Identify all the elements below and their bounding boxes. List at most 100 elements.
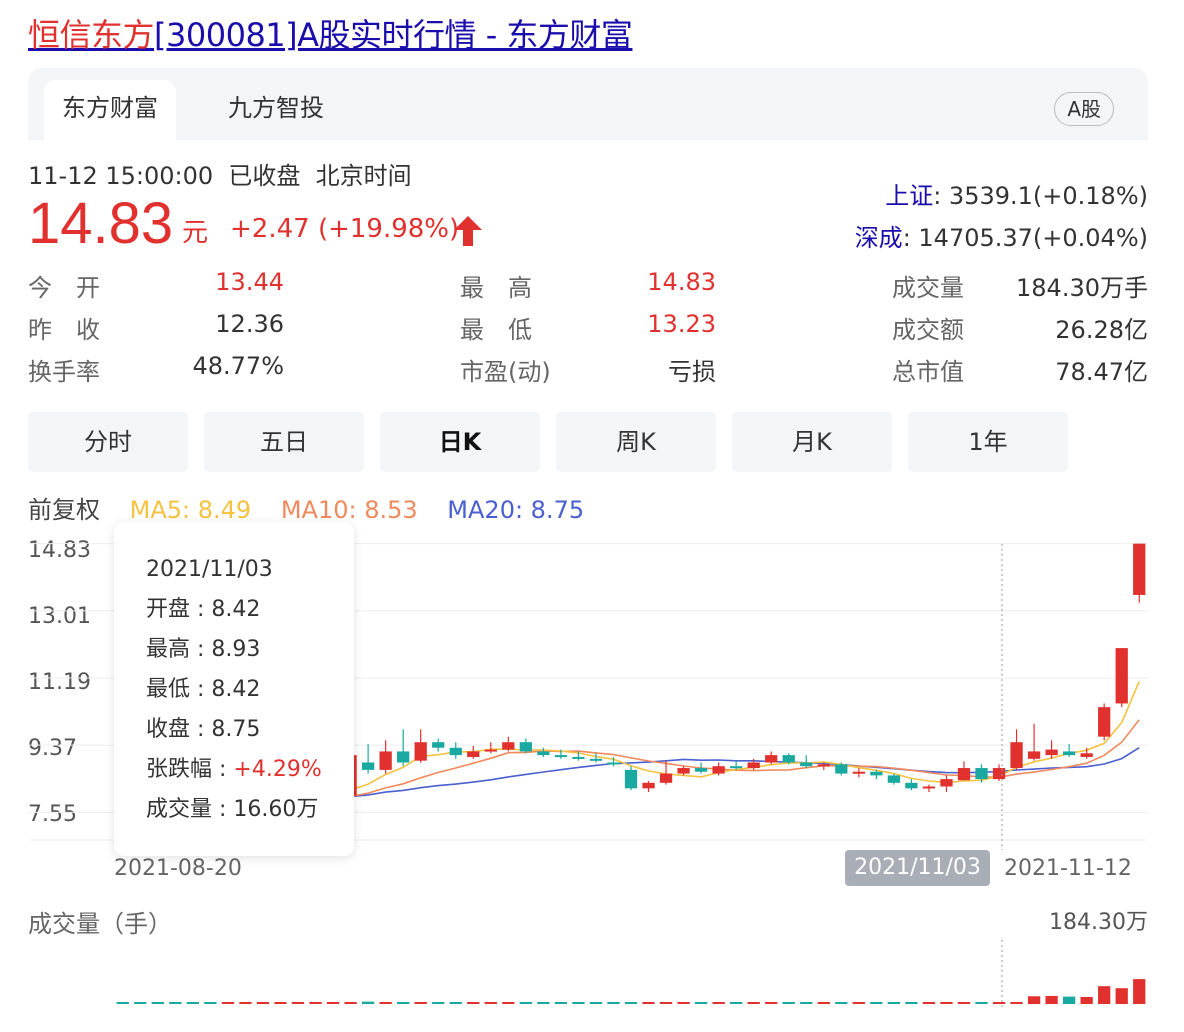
volume-bar xyxy=(1063,996,1076,1004)
candle-body xyxy=(694,768,708,772)
candle-body xyxy=(817,764,830,767)
period-5day-button[interactable]: 五日 xyxy=(204,412,364,472)
candle-body xyxy=(870,771,883,776)
period-monthly-k-button[interactable]: 月K xyxy=(732,412,892,472)
ma10-label: MA10: 8.53 xyxy=(280,496,418,524)
volume-bar xyxy=(992,1002,1006,1004)
volume-bar xyxy=(397,1002,410,1004)
period-intraday-button[interactable]: 分时 xyxy=(28,412,188,472)
candle-body xyxy=(1045,749,1058,756)
candle-body xyxy=(432,742,445,748)
crosshair-date-label: 2021/11/03 xyxy=(845,850,990,886)
tab-eastmoney[interactable]: 东方财富 xyxy=(44,80,176,140)
index-shenzhen[interactable]: 深成: 14705.37(+0.04%) xyxy=(855,218,1148,253)
price-unit: 元 xyxy=(182,218,209,248)
candle-body xyxy=(975,768,988,780)
adjust-mode[interactable]: 前复权 xyxy=(28,496,100,524)
x-tick-end: 2021-11-12 xyxy=(1004,856,1132,881)
candle-body xyxy=(677,768,690,774)
index-shenzhen-value: : 14705.37(+0.04%) xyxy=(902,224,1148,252)
candle-body xyxy=(1010,742,1023,769)
tab-jiufang[interactable]: 九方智投 xyxy=(210,80,342,140)
candle-body xyxy=(449,747,462,756)
candle-body xyxy=(484,749,497,752)
volume-bar xyxy=(887,1002,901,1004)
candle-body xyxy=(730,766,743,769)
volume-bar xyxy=(694,1002,708,1004)
volume-bar xyxy=(502,1002,515,1004)
volume-bar xyxy=(940,1002,953,1004)
tooltip-row-open: 开盘 : 8.42 xyxy=(146,597,261,622)
volume-bar xyxy=(905,1002,918,1004)
candle-body xyxy=(1133,543,1146,595)
page-title-link[interactable]: 恒信东方[300081]A股实时行情 - 东方财富 xyxy=(28,10,633,56)
candle-body xyxy=(607,762,620,765)
candle-body xyxy=(379,751,392,770)
volume-bar xyxy=(1045,995,1058,1004)
volume-bar xyxy=(589,1002,603,1004)
candle-body xyxy=(1115,648,1128,704)
stat-volume-label: 成交量 xyxy=(892,274,964,302)
volume-bar xyxy=(291,1002,305,1004)
volume-bar xyxy=(870,1002,883,1004)
x-tick-start: 2021-08-20 xyxy=(114,856,242,881)
index-shenzhen-name[interactable]: 深成 xyxy=(855,224,903,252)
stat-high-value: 14.83 xyxy=(647,268,716,296)
stat-pe-value: 亏损 xyxy=(668,358,716,386)
stat-marketcap-value: 78.47亿 xyxy=(1055,358,1148,386)
candle-body xyxy=(887,775,901,783)
volume-bar xyxy=(519,1002,532,1004)
title-rest: [300081]A股实时行情 - 东方财富 xyxy=(154,16,633,54)
stat-prevclose-label: 昨 收 xyxy=(28,316,100,344)
volume-bar xyxy=(817,1002,830,1004)
volume-label: 成交量（手） xyxy=(28,910,172,938)
ma5-label: MA5: 8.49 xyxy=(129,496,252,524)
index-shanghai-name[interactable]: 上证 xyxy=(885,182,933,210)
quote-card-header: 东方财富 九方智投 A股 xyxy=(28,68,1148,140)
stat-volume-value: 184.30万手 xyxy=(1016,274,1148,302)
volume-bar xyxy=(169,1002,182,1004)
volume-bar xyxy=(309,1002,322,1004)
candle-body xyxy=(1027,751,1041,759)
volume-bar xyxy=(800,1002,813,1004)
volume-bar xyxy=(239,1002,252,1004)
period-weekly-k-button[interactable]: 周K xyxy=(556,412,716,472)
volume-bar xyxy=(484,1002,497,1004)
candle-body xyxy=(519,742,532,752)
period-daily-k-button[interactable]: 日K xyxy=(380,412,540,472)
ma20-label: MA20: 8.75 xyxy=(447,496,585,524)
volume-bar xyxy=(116,1002,129,1004)
stat-open-value: 13.44 xyxy=(215,268,284,296)
volume-bar xyxy=(922,1002,936,1004)
candle-body xyxy=(747,762,760,769)
candle-body xyxy=(782,755,795,763)
title-stock-name: 恒信东方 xyxy=(28,16,155,54)
volume-bar xyxy=(730,1002,743,1004)
up-arrow-icon xyxy=(454,216,482,246)
candle-body xyxy=(467,751,480,757)
volume-bar xyxy=(677,1002,690,1004)
candle-body xyxy=(957,768,971,781)
tooltip-row-change: 张跌幅 : +4.29% xyxy=(146,757,322,782)
candle-body xyxy=(414,742,427,761)
volume-bar xyxy=(186,1002,199,1004)
candle-body xyxy=(572,756,585,759)
candle-body xyxy=(589,758,603,761)
index-shanghai[interactable]: 上证: 3539.1(+0.18%) xyxy=(885,176,1148,211)
candle-body xyxy=(1098,707,1111,737)
stat-low-value: 13.23 xyxy=(647,310,716,338)
stat-amount-label: 成交额 xyxy=(892,316,964,344)
candle-body xyxy=(712,766,725,774)
volume-chart[interactable] xyxy=(0,940,1184,1010)
candle-body xyxy=(852,771,865,774)
volume-bar xyxy=(975,1002,988,1004)
volume-bar xyxy=(537,1002,550,1004)
stat-turnover-label: 换手率 xyxy=(28,358,100,386)
volume-bar xyxy=(204,1002,217,1004)
period-1year-button[interactable]: 1年 xyxy=(908,412,1068,472)
market-badge[interactable]: A股 xyxy=(1054,92,1114,126)
candle-body xyxy=(922,786,936,789)
candle-body xyxy=(835,764,848,774)
candle-body xyxy=(537,751,550,756)
volume-bar xyxy=(1115,988,1128,1004)
